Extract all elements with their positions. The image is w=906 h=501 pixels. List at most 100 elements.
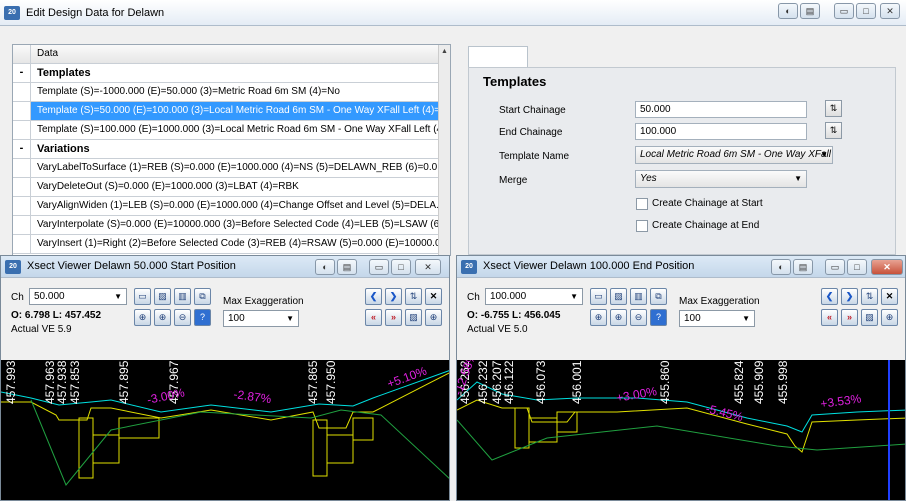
minimize-icon[interactable]: ▭ [825,259,845,275]
next-icon[interactable]: ❯ [385,288,402,305]
edit-design-data-window: 20 Edit Design Data for Delawn ◐ ▤ ▭ □ ✕… [0,0,906,260]
zoom-out-icon[interactable]: ⊖ [630,309,647,326]
restore-icon[interactable]: ◐ [771,259,791,275]
zoom-window-icon[interactable]: ⊕ [134,309,151,326]
collapse-icon[interactable]: - [13,64,31,82]
xsect-right-svg: 456.262 456.232 456.207456.122 456.073 456.0… [457,350,905,500]
minimize-icon[interactable]: ▭ [369,259,389,275]
settings-icon[interactable]: ▤ [337,259,357,275]
table-row[interactable]: VaryInterpolate (S)=0.000 (E)=10000.000 … [13,216,438,235]
zoom-out-icon[interactable]: ⊖ [174,309,191,326]
end-chainage-input[interactable]: 100.000 [635,123,807,140]
xsect-canvas[interactable]: 456.262 456.232 456.207 456.122 456.073 456.0… [457,350,905,500]
report-icon[interactable]: ⧉ [194,288,211,305]
next-icon[interactable]: ❯ [841,288,858,305]
create-start-checkbox[interactable] [636,198,648,210]
template-name-select[interactable]: Local Metric Road 6m SM - One Way XFall ▼ [635,146,833,164]
xsect-viewer-right: 20 Xsect Viewer Delawn 100.000 End Posit… [456,255,906,501]
table-row[interactable]: VaryAlignWiden (1)=LEB (S)=0.000 (E)=100… [13,197,438,216]
pick-chainage-icon[interactable]: ⇅ [405,288,422,305]
viewer-controls: Ch 100.000 ▼ O: -6.755 L: 456.045 Actual … [457,278,905,360]
maximize-icon[interactable]: □ [847,259,867,275]
settings-icon[interactable]: ▤ [793,259,813,275]
image-icon[interactable]: ▨ [154,288,171,305]
create-end-label: Create Chainage at End [652,220,760,231]
settings-icon[interactable]: ▤ [800,3,820,19]
picture-icon[interactable]: ▨ [405,309,422,326]
report-icon[interactable]: ⧉ [650,288,667,305]
grid-group-templates[interactable]: - Templates [13,64,438,83]
chainage-select[interactable]: 100.000 ▼ [485,288,583,305]
level-label: 457.993 [4,360,18,404]
group-label: Templates [37,67,91,79]
restore-icon[interactable]: ◐ [778,3,798,19]
help-icon[interactable]: ? [650,309,667,326]
close-icon[interactable]: ✕ [880,3,900,19]
view-icon[interactable]: ▭ [134,288,151,305]
max-exag-label: Max Exaggeration [679,296,760,307]
last-icon[interactable]: » [841,309,858,326]
zoom-window-icon[interactable]: ⊕ [590,309,607,326]
collapse-icon[interactable]: - [13,140,31,158]
table-row[interactable]: VaryInsert (1)=Right (2)=Before Selected… [13,235,438,254]
minimize-icon[interactable]: ▭ [834,3,854,19]
close-icon[interactable]: ✕ [871,259,903,275]
level-label: 456.073 [534,360,548,404]
maximize-icon[interactable]: □ [391,259,411,275]
properties-panel: Templates Start Chainage 50.000 ⇅ End Ch… [456,44,904,256]
table-row[interactable]: Template (S)=-1000.000 (E)=50.000 (3)=Me… [13,83,438,102]
grid-scrollbar[interactable]: ▲ [438,45,450,255]
previous-icon[interactable]: ❮ [365,288,382,305]
level-label: 456.232 [476,360,490,404]
pick-chainage-icon[interactable]: ⇅ [825,122,842,139]
max-exag-select[interactable]: 100 ▼ [679,310,755,327]
ground-line [457,419,905,461]
previous-icon[interactable]: ❮ [821,288,838,305]
end-chainage-label: End Chainage [499,127,563,138]
properties-box: Templates Start Chainage 50.000 ⇅ End Ch… [468,67,896,255]
table-row-selected[interactable]: Template (S)=50.000 (E)=100.000 (3)=Loca… [13,102,438,121]
table-row[interactable]: VaryLabelToSurface (1)=REB (S)=0.000 (E)… [13,159,438,178]
chevron-down-icon: ▼ [742,314,750,323]
start-chainage-input[interactable]: 50.000 [635,101,807,118]
close-viewer-icon[interactable]: ✕ [881,288,898,305]
help-icon[interactable]: ? [194,309,211,326]
chart-icon[interactable]: ▥ [630,288,647,305]
app-icon: 20 [5,260,21,274]
picture-icon[interactable]: ▨ [861,309,878,326]
zoom-in-icon[interactable]: ⊕ [610,309,627,326]
properties-tab[interactable] [468,46,528,68]
pick-chainage-icon[interactable]: ⇅ [861,288,878,305]
first-icon[interactable]: « [821,309,838,326]
level-label: 456.001 [570,360,584,404]
fit-icon[interactable]: ⊕ [881,309,898,326]
merge-select[interactable]: Yes ▼ [635,170,807,188]
image-icon[interactable]: ▨ [610,288,627,305]
create-end-checkbox[interactable] [636,220,648,232]
app-icon: 20 [461,260,477,274]
fit-icon[interactable]: ⊕ [425,309,442,326]
grid-header: Data [13,45,438,64]
restore-icon[interactable]: ◐ [315,259,335,275]
chart-icon[interactable]: ▥ [174,288,191,305]
view-icon[interactable]: ▭ [590,288,607,305]
window-title: Xsect Viewer Delawn 100.000 End Position [483,260,695,272]
grid-group-variations[interactable]: - Variations [13,140,438,159]
close-icon[interactable]: ✕ [415,259,441,275]
level-label: 457.950 [324,360,338,404]
table-row[interactable]: VaryDeleteOut (S)=0.000 (E)=1000.000 (3)… [13,178,438,197]
chainage-select[interactable]: 50.000 ▼ [29,288,127,305]
scroll-up-icon[interactable]: ▲ [441,48,448,55]
xsect-canvas[interactable]: 457.993 457.963 457.938 457.853 457.895 457.9… [1,360,449,500]
max-exag-select[interactable]: 100 ▼ [223,310,299,327]
table-row[interactable]: Template (S)=100.000 (E)=1000.000 (3)=Lo… [13,121,438,140]
zoom-in-icon[interactable]: ⊕ [154,309,171,326]
first-icon[interactable]: « [365,309,382,326]
level-label: 457.938 [55,360,69,404]
ground-line [30,399,449,486]
last-icon[interactable]: » [385,309,402,326]
close-viewer-icon[interactable]: ✕ [425,288,442,305]
max-exag-label: Max Exaggeration [223,296,304,307]
maximize-icon[interactable]: □ [856,3,876,19]
pick-chainage-icon[interactable]: ⇅ [825,100,842,117]
